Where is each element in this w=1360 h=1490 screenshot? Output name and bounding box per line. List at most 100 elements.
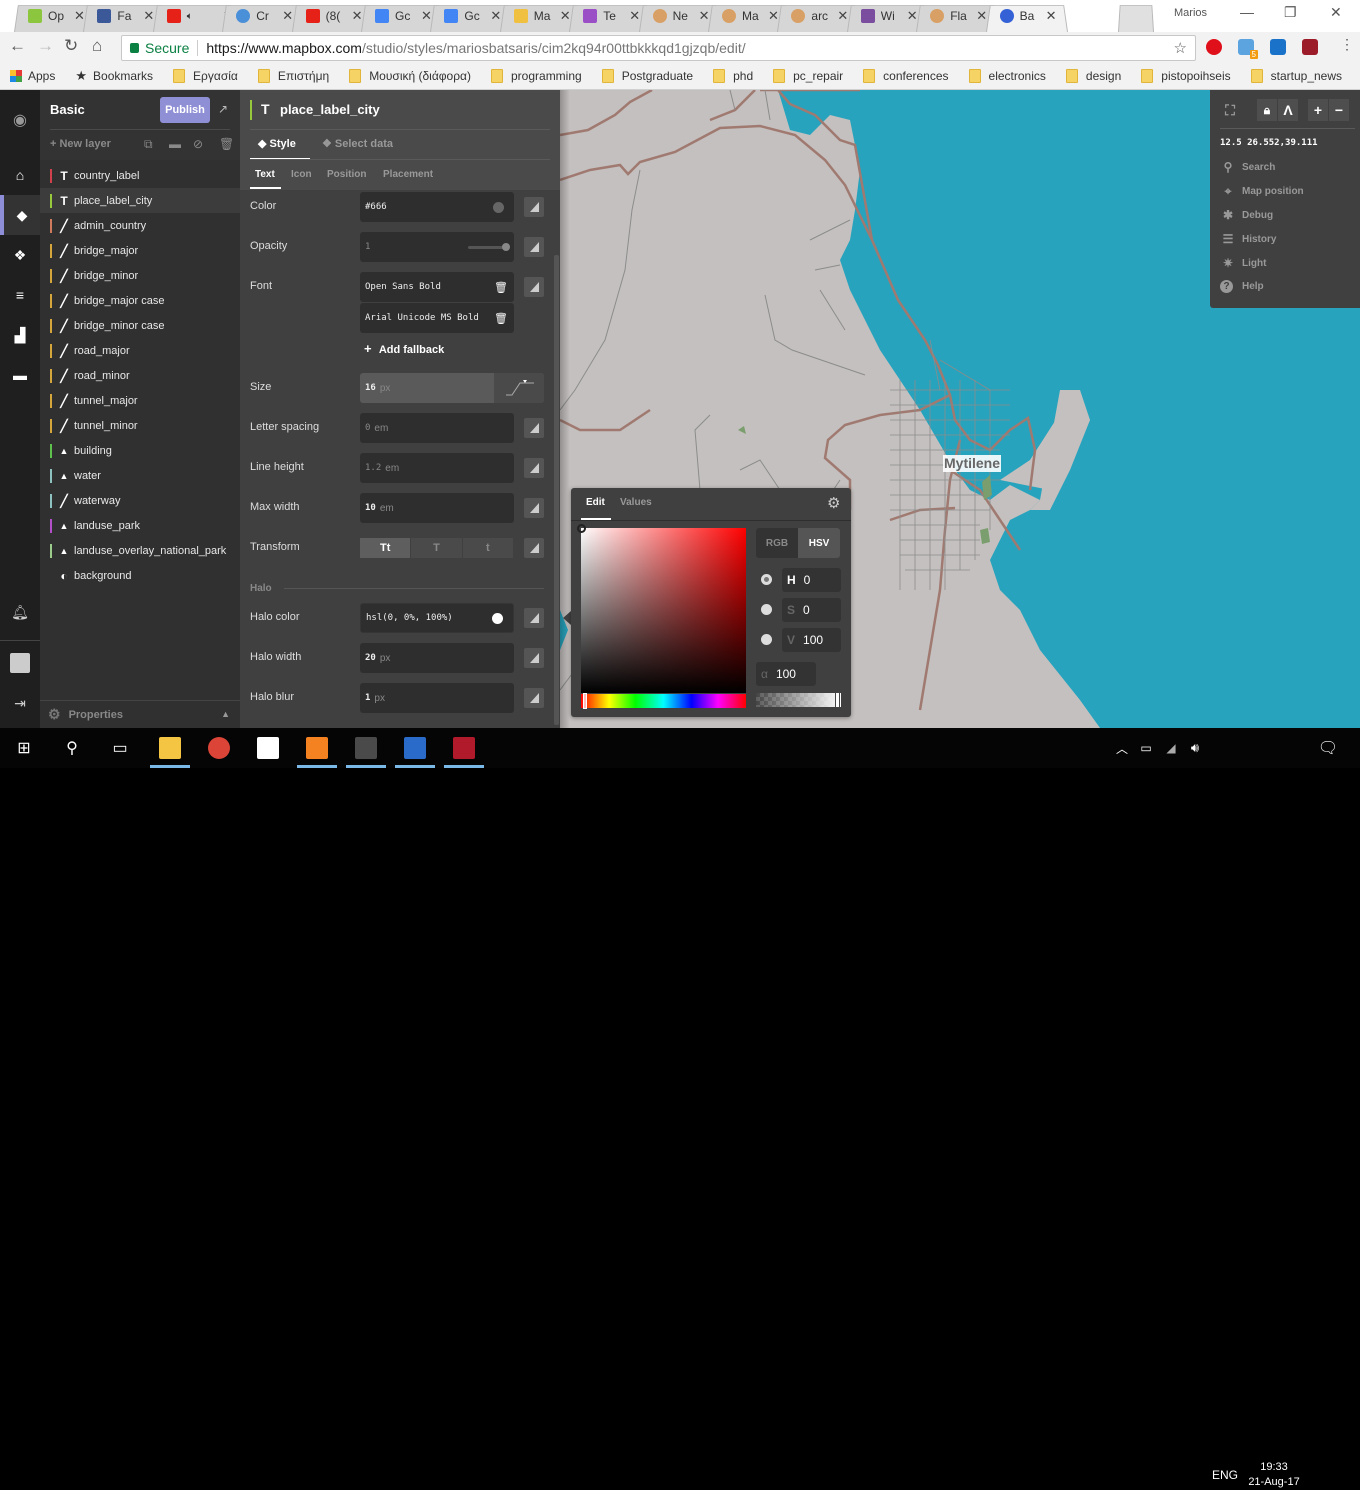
file-explorer-icon[interactable] bbox=[159, 737, 181, 759]
browser-tab-content[interactable]: Op ✕ bbox=[28, 6, 85, 26]
picker-tab-edit[interactable]: Edit bbox=[586, 497, 605, 508]
external-link-icon[interactable]: ↗ bbox=[218, 102, 228, 116]
minimize-button[interactable]: — bbox=[1240, 4, 1254, 20]
mendeley-icon[interactable] bbox=[1302, 39, 1318, 55]
opera-vpn-icon[interactable] bbox=[1206, 39, 1222, 55]
reload-button[interactable]: ↻ bbox=[64, 36, 78, 56]
layer-item[interactable]: ╱ bridge_minor case bbox=[40, 313, 240, 338]
picker-settings-gear-icon[interactable]: ⚙ bbox=[827, 494, 840, 512]
layer-item[interactable]: Tplace_label_city bbox=[40, 188, 240, 213]
skype-icon[interactable] bbox=[1270, 39, 1286, 55]
close-tab-icon[interactable]: ✕ bbox=[768, 8, 779, 24]
close-tab-icon[interactable]: ✕ bbox=[421, 8, 432, 24]
browser-tab-content[interactable]: Gc ✕ bbox=[375, 6, 432, 26]
chrome-icon[interactable] bbox=[208, 737, 230, 759]
new-layer-button[interactable]: + New layer bbox=[50, 138, 111, 150]
bookmark-item[interactable]: startup_news bbox=[1250, 68, 1342, 83]
subtab-icon[interactable]: Icon bbox=[291, 169, 312, 180]
hue-input[interactable]: H0 bbox=[782, 568, 841, 592]
windows-start-icon[interactable]: ⊞ bbox=[13, 737, 35, 759]
opacity-field[interactable]: 1 bbox=[360, 232, 514, 262]
layer-item[interactable]: ╱ bridge_major bbox=[40, 238, 240, 263]
style-paint-icon[interactable]: ◆ bbox=[0, 195, 40, 235]
saturation-input[interactable]: S0 bbox=[782, 598, 841, 622]
halo-width-field[interactable]: 20 px bbox=[360, 643, 514, 673]
home-button[interactable]: ⌂ bbox=[92, 36, 102, 56]
layer-item[interactable]: ╱ bridge_minor bbox=[40, 263, 240, 288]
battery-icon[interactable]: ▭ bbox=[1135, 737, 1157, 759]
color-field[interactable]: #666 bbox=[360, 192, 514, 222]
saturation-value-handle[interactable] bbox=[577, 524, 586, 533]
mapbox-logo-icon[interactable]: ◉ bbox=[0, 100, 40, 140]
mail-icon[interactable] bbox=[257, 737, 279, 759]
show-hidden-icons-chevron-icon[interactable]: ︿ bbox=[1111, 737, 1133, 759]
bookmark-star-icon[interactable]: ☆ bbox=[1174, 39, 1187, 57]
layer-item[interactable]: ╱ bridge_major case bbox=[40, 288, 240, 313]
value-radio[interactable] bbox=[761, 634, 772, 645]
layer-item[interactable]: ▲ landuse_park bbox=[40, 513, 240, 538]
ghostery-icon[interactable]: 5 bbox=[1238, 39, 1258, 59]
select-data-icon[interactable]: ❖ bbox=[0, 235, 40, 275]
chrome-menu-icon[interactable]: ⋮ bbox=[1340, 36, 1354, 53]
layer-item[interactable]: ◐ background bbox=[40, 563, 240, 588]
layer-item[interactable]: ╱ waterway bbox=[40, 488, 240, 513]
layer-title[interactable]: place_label_city bbox=[280, 102, 380, 117]
browser-tab-content[interactable]: Ba ✕ bbox=[999, 6, 1057, 26]
picker-tab-values[interactable]: Values bbox=[620, 497, 652, 508]
hide-layer-icon[interactable]: ⊘ bbox=[193, 137, 203, 151]
bookmark-item[interactable]: pistopoihseis bbox=[1141, 68, 1231, 83]
tab-select-data[interactable]: ❖ Select data bbox=[322, 137, 393, 150]
bookmark-item[interactable]: Apps bbox=[10, 69, 55, 83]
hue-radio[interactable] bbox=[761, 574, 772, 585]
value-input[interactable]: V 100 bbox=[782, 628, 841, 652]
group-folder-icon[interactable]: ▬ bbox=[169, 137, 181, 151]
compass-north-icon[interactable]: Ʌ bbox=[1278, 99, 1298, 121]
bookmark-item[interactable]: programming bbox=[491, 68, 582, 83]
maximize-button[interactable]: ❐ bbox=[1284, 4, 1297, 21]
zoom-function-curve-icon[interactable] bbox=[494, 373, 544, 403]
browser-tab-content[interactable]: Cr ✕ bbox=[236, 6, 293, 26]
browser-tab-content[interactable]: Fla ✕ bbox=[930, 6, 987, 26]
stats-icon[interactable]: ▟ bbox=[0, 315, 40, 355]
halo-width-function-button[interactable] bbox=[524, 648, 544, 668]
map-menu-item[interactable]: ⌖ Map position bbox=[1220, 184, 1304, 199]
close-tab-icon[interactable]: ✕ bbox=[282, 8, 293, 24]
mode-hsv-button[interactable]: HSV bbox=[798, 528, 840, 558]
audio-playing-icon[interactable]: 🔈︎ bbox=[187, 11, 193, 22]
action-center-icon[interactable]: 🗨︎ bbox=[1317, 737, 1339, 759]
bookmark-item[interactable]: phd bbox=[713, 68, 753, 83]
bookmark-item[interactable]: conferences bbox=[863, 68, 949, 83]
subtab-text[interactable]: Text bbox=[255, 169, 275, 180]
close-tab-icon[interactable]: ✕ bbox=[976, 8, 987, 24]
halo-color-function-button[interactable] bbox=[524, 608, 544, 628]
duplicate-layer-icon[interactable]: ⧉ bbox=[144, 137, 153, 152]
transform-none-button[interactable]: Tt bbox=[360, 538, 411, 558]
bookmark-item[interactable]: ★ Bookmarks bbox=[75, 68, 153, 84]
search-icon[interactable]: ⚲ bbox=[61, 737, 83, 759]
mendeley-icon[interactable] bbox=[453, 737, 475, 759]
layer-item[interactable]: ▲ landuse_overlay_national_park bbox=[40, 538, 240, 563]
notifications-bell-icon[interactable]: 🔔︎ bbox=[0, 592, 40, 632]
layer-item[interactable]: ╱ road_minor bbox=[40, 363, 240, 388]
close-tab-icon[interactable]: ✕ bbox=[352, 8, 363, 24]
wifi-icon[interactable]: ◢ bbox=[1160, 737, 1182, 759]
fullscreen-icon[interactable]: ⛶ bbox=[1220, 99, 1240, 121]
halo-color-field[interactable]: hsl(0, 0%, 100%) bbox=[360, 603, 514, 633]
color-swatch[interactable] bbox=[493, 201, 504, 213]
zoom-out-button[interactable]: − bbox=[1329, 99, 1349, 121]
volume-icon[interactable]: 🔊︎ bbox=[1184, 737, 1206, 759]
line-height-field[interactable]: 1.2 em bbox=[360, 453, 514, 483]
bookmark-item[interactable]: pc_repair bbox=[773, 68, 843, 83]
back-button[interactable]: ← bbox=[9, 36, 26, 56]
profile-name[interactable]: Marios bbox=[1174, 7, 1207, 19]
close-tab-icon[interactable]: ✕ bbox=[74, 8, 85, 24]
line-height-function-button[interactable] bbox=[524, 458, 544, 478]
language-indicator[interactable]: ENG bbox=[1212, 1468, 1238, 1482]
browser-tab-content[interactable]: Ma ✕ bbox=[722, 6, 779, 26]
halo-blur-function-button[interactable] bbox=[524, 688, 544, 708]
subtab-placement[interactable]: Placement bbox=[383, 169, 433, 180]
transform-function-button[interactable] bbox=[524, 538, 544, 558]
address-bar[interactable]: Secure https://www.mapbox.com/studio/sty… bbox=[121, 35, 1196, 61]
delete-layer-icon[interactable]: 🗑︎ bbox=[219, 137, 234, 151]
hue-slider[interactable] bbox=[581, 694, 746, 708]
